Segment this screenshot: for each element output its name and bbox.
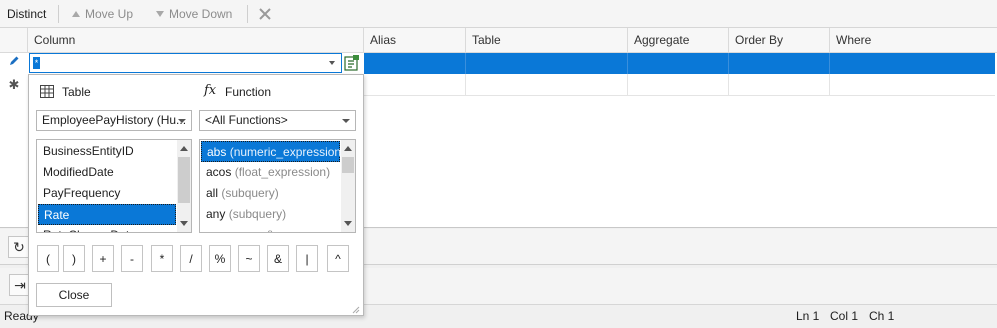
function-args: (float_expression) <box>234 165 331 179</box>
operator-modulo-button[interactable]: % <box>209 245 231 272</box>
aggregate-cell[interactable] <box>628 74 729 96</box>
list-item[interactable]: app_name () <box>201 225 340 232</box>
list-item[interactable]: BusinessEntityID <box>38 141 176 162</box>
asterisk-icon: ✱ <box>8 77 20 92</box>
delete-button[interactable] <box>258 0 272 28</box>
toolbar-separator <box>58 5 59 23</box>
resize-grip-icon[interactable] <box>351 303 360 314</box>
chevron-down-icon <box>178 119 186 123</box>
close-x-icon <box>259 8 271 20</box>
function-select-value: <All Functions> <box>205 113 288 127</box>
table-section-label: Table <box>62 85 91 99</box>
function-name: any <box>206 207 226 221</box>
list-item[interactable]: all (subquery) <box>201 183 340 204</box>
close-button[interactable]: Close <box>36 283 112 307</box>
function-args: (numeric_expression) <box>229 145 346 159</box>
aggregate-cell[interactable] <box>628 53 729 74</box>
table-row[interactable] <box>364 74 995 96</box>
order-by-cell[interactable] <box>729 53 830 74</box>
function-name: acos <box>206 165 232 179</box>
order-by-cell[interactable] <box>729 74 830 96</box>
distinct-label: Distinct <box>7 7 47 21</box>
column-header-order-by[interactable]: Order By <box>729 28 830 53</box>
table-cell[interactable] <box>466 53 628 74</box>
pencil-icon <box>0 55 28 73</box>
function-args: (subquery) <box>221 186 279 200</box>
operator-bitwise-and-button[interactable]: & <box>267 245 289 272</box>
chevron-down-icon <box>342 119 350 123</box>
operator-divide-button[interactable]: / <box>180 245 202 272</box>
arrow-up-icon <box>72 11 80 17</box>
scroll-down-icon[interactable] <box>180 221 188 226</box>
operator-multiply-button[interactable]: * <box>151 245 173 272</box>
column-expression-input[interactable]: * <box>29 53 342 73</box>
list-item-selected[interactable]: abs (numeric_expression) <box>201 141 345 162</box>
expression-builder-icon[interactable] <box>343 54 361 72</box>
operator-plus-button[interactable]: + <box>92 245 114 272</box>
operator-bitwise-xor-button[interactable]: ^ <box>327 245 349 272</box>
table-cell[interactable] <box>466 74 628 96</box>
column-header-table[interactable]: Table <box>466 28 628 53</box>
list-item[interactable]: acos (float_expression) <box>201 162 340 183</box>
function-name: app_name <box>206 228 263 232</box>
move-down-label: Move Down <box>169 7 233 21</box>
table-icon <box>40 85 54 98</box>
where-cell[interactable] <box>830 74 995 96</box>
grid-header: Column Alias Table Aggregate Order By Wh… <box>0 28 997 53</box>
expression-text: * <box>33 57 40 69</box>
table-select-value: EmployeePayHistory (Hu... <box>42 113 187 127</box>
operator-minus-button[interactable]: - <box>121 245 143 272</box>
column-header-aggregate[interactable]: Aggregate <box>628 28 729 53</box>
list-item[interactable]: ModifiedDate <box>38 162 176 183</box>
scroll-thumb[interactable] <box>178 157 190 203</box>
move-up-button[interactable]: Move Up <box>72 0 133 28</box>
column-header-column[interactable]: Column <box>28 28 364 53</box>
dropdown-arrow-icon[interactable] <box>329 61 335 65</box>
list-item-selected[interactable]: Rate <box>38 204 176 225</box>
list-item[interactable]: PayFrequency <box>38 183 176 204</box>
toolbar: Distinct Move Up Move Down <box>0 0 997 28</box>
char-indicator: Ch 1 <box>869 309 895 323</box>
function-args: (subquery) <box>228 207 287 221</box>
scroll-up-icon[interactable] <box>180 146 188 151</box>
operator-close-paren-button[interactable]: ) <box>63 245 85 272</box>
function-icon: fx <box>204 83 217 98</box>
function-list-scrollbar[interactable] <box>341 140 355 232</box>
column-indicator: Col 1 <box>830 309 859 323</box>
move-up-label: Move Up <box>85 7 134 21</box>
scroll-down-icon[interactable] <box>344 221 352 226</box>
function-section-label: Function <box>225 85 272 99</box>
function-list[interactable]: abs (numeric_expression) acos (float_exp… <box>199 139 356 233</box>
function-select[interactable]: <All Functions> <box>199 110 356 131</box>
function-name: abs <box>207 145 227 159</box>
alias-cell[interactable] <box>364 74 466 96</box>
function-name: all <box>206 186 219 200</box>
where-cell[interactable] <box>830 53 995 74</box>
refresh-icon[interactable]: ↻ <box>8 236 30 258</box>
move-down-button[interactable]: Move Down <box>156 0 232 28</box>
scroll-up-icon[interactable] <box>344 146 352 151</box>
field-list-scrollbar[interactable] <box>177 140 191 232</box>
close-button-label: Close <box>58 288 90 302</box>
operator-bitwise-not-button[interactable]: ~ <box>238 245 260 272</box>
scroll-thumb[interactable] <box>342 157 354 173</box>
field-list[interactable]: BusinessEntityID ModifiedDate PayFrequen… <box>36 139 192 233</box>
toolbar-separator <box>247 5 248 23</box>
function-args: () <box>266 228 274 232</box>
alias-cell[interactable] <box>364 53 466 74</box>
column-editor-popup: Table fx Function EmployeePayHistory (Hu… <box>28 74 364 316</box>
list-item[interactable]: RateChangeDate <box>38 225 176 232</box>
distinct-button[interactable]: Distinct <box>7 0 46 28</box>
table-row[interactable] <box>364 53 995 74</box>
column-header-where[interactable]: Where <box>830 28 997 53</box>
operator-bitwise-or-button[interactable]: | <box>296 245 318 272</box>
line-indicator: Ln 1 <box>796 309 820 323</box>
list-item[interactable]: any (subquery) <box>201 204 340 225</box>
table-select[interactable]: EmployeePayHistory (Hu... <box>36 110 192 131</box>
operator-open-paren-button[interactable]: ( <box>37 245 59 272</box>
column-header-alias[interactable]: Alias <box>364 28 466 53</box>
arrow-down-icon <box>156 11 164 17</box>
row-indicator-header <box>0 28 28 53</box>
